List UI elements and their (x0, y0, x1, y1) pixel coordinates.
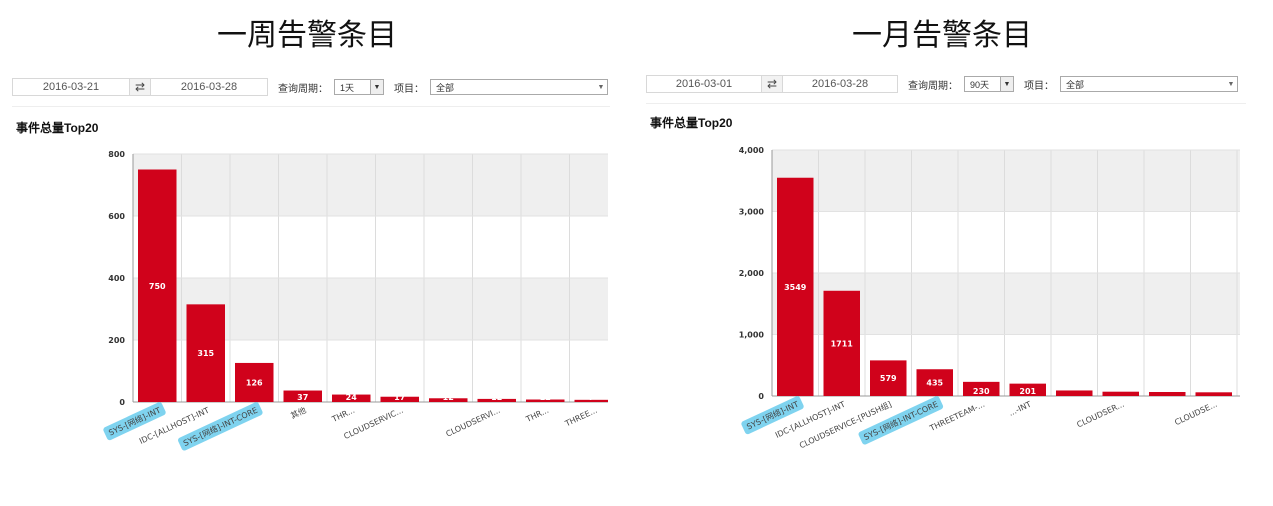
bar (1102, 391, 1139, 396)
x-tick-label: 其他 (289, 405, 308, 421)
panel-month: 一月告警条目 2016-03-01 ⇄ 2016-03-28 查询周期： 90天… (636, 0, 1273, 506)
data-label: 24 (346, 393, 358, 402)
data-label: 750 (149, 282, 166, 291)
bar (1056, 390, 1093, 396)
data-label: 17 (394, 393, 405, 402)
x-tick-group: THR... (330, 406, 356, 425)
panel-week: 一周告警条目 2016-03-21 ⇄ 2016-03-28 查询周期： 1天 … (0, 0, 620, 506)
x-tick-label: THREE... (563, 406, 599, 429)
data-label: 230 (973, 387, 990, 396)
x-tick-group: THR... (524, 406, 550, 425)
y-tick-label: 0 (758, 392, 764, 401)
x-tick-group: CLOUDSE... (1173, 400, 1218, 428)
y-tick-label: 200 (108, 336, 125, 345)
data-label: 7 (588, 393, 594, 402)
x-tick-label: ...-INT (1007, 400, 1032, 418)
x-tick-group: SYS-[网络]-INT-CORE (178, 402, 263, 451)
x-tick-label: CLOUDSE... (1173, 400, 1218, 428)
bar (1195, 392, 1232, 396)
x-tick-group: THREE... (563, 406, 599, 429)
data-label: 201 (1019, 387, 1036, 396)
x-tick-label: CLOUDSER... (1075, 400, 1125, 430)
x-tick-label: CLOUDSERVI... (445, 406, 502, 439)
bar-chart-month: 0 1,000 2,000 3,000 4,000 3549 1711 579 435 230 20… (739, 146, 1240, 450)
x-tick-group: CLOUDSER... (1075, 400, 1125, 430)
bar-chart-week: 0 200 400 600 800 750 315 126 37 24 17 12 12 12 7 SYS-[… (103, 150, 608, 451)
x-tick-label: SYS-[网络]-INT-CORE (862, 399, 940, 442)
y-tick-label: 0 (119, 398, 125, 407)
x-tick-group: SYS-[网络]-INT-CORE (858, 396, 944, 445)
x-tick-group: 其他 (289, 405, 308, 421)
x-tick-label: THR... (330, 406, 356, 425)
data-label: 126 (246, 378, 263, 387)
data-label: 435 (926, 379, 943, 388)
data-label: 3549 (784, 283, 807, 292)
y-tick-label: 2,000 (739, 269, 765, 278)
data-label: 315 (197, 349, 214, 358)
x-tick-group: CLOUDSERVI... (445, 406, 502, 439)
y-tick-label: 3,000 (739, 208, 765, 217)
y-tick-label: 400 (108, 274, 125, 283)
grid-band (772, 150, 1240, 212)
y-tick-label: 1,000 (739, 331, 765, 340)
x-tick-group: ...-INT (1007, 400, 1032, 418)
data-label: 12 (443, 393, 454, 402)
data-label: 12 (540, 393, 551, 402)
data-label: 12 (491, 393, 502, 402)
bar (1149, 392, 1186, 396)
data-label: 37 (297, 393, 308, 402)
data-label: 579 (880, 374, 897, 383)
data-label: 1711 (831, 339, 854, 348)
y-tick-label: 4,000 (739, 146, 765, 155)
y-tick-label: 600 (108, 212, 125, 221)
grid-band (133, 154, 608, 216)
y-tick-label: 800 (108, 150, 125, 159)
x-tick-label: THR... (524, 406, 550, 425)
